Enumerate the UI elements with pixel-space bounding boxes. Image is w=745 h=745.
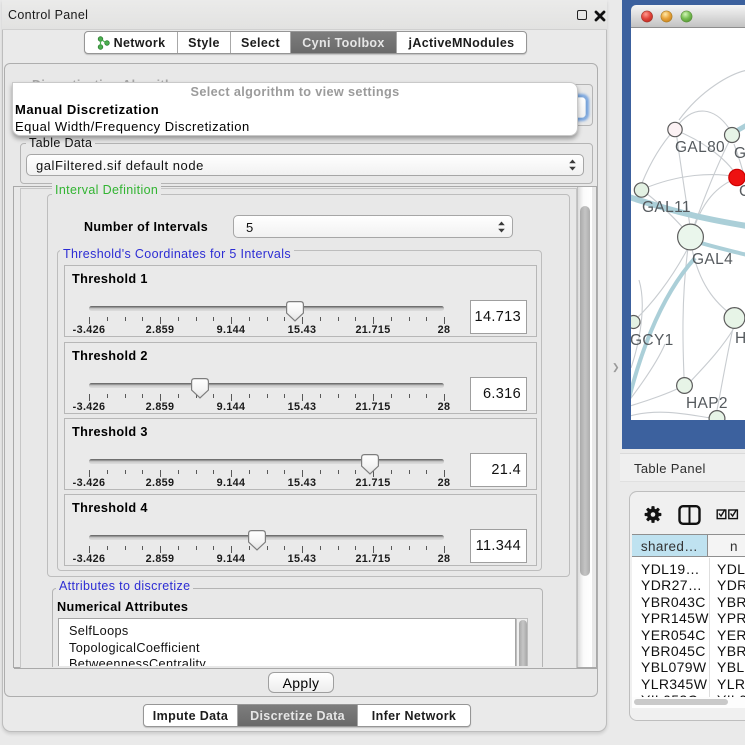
svg-text:H: H (735, 330, 745, 347)
svg-text:GAL4: GAL4 (692, 251, 733, 268)
svg-text:GAL11: GAL11 (642, 199, 691, 216)
svg-text:GA: GA (734, 145, 745, 162)
svg-text:HAP2: HAP2 (686, 395, 728, 412)
svg-text:GCY1: GCY1 (631, 332, 674, 349)
svg-text:GAL80: GAL80 (675, 139, 725, 156)
svg-text:C: C (739, 183, 745, 200)
